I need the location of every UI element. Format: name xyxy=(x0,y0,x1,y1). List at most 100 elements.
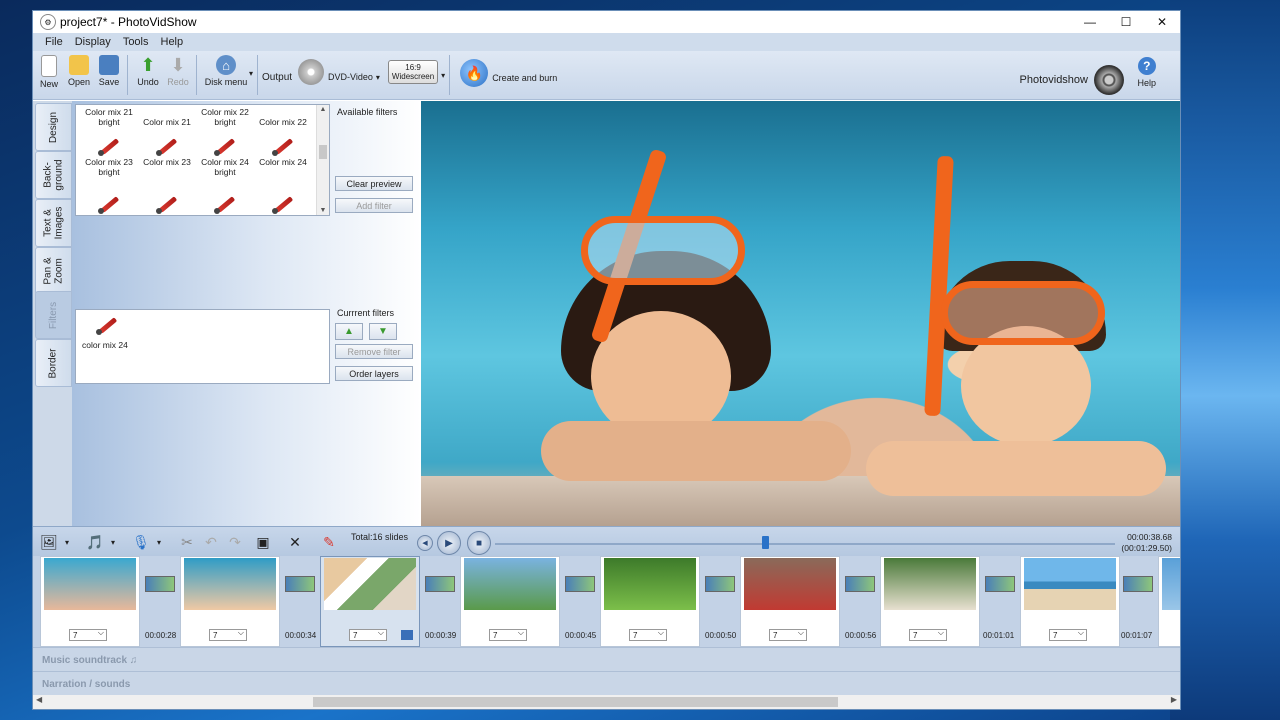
order-layers-button[interactable]: Order layers xyxy=(335,366,413,381)
transition-icon[interactable] xyxy=(1123,576,1153,592)
filter-item[interactable]: Color mix 23 xyxy=(138,127,196,185)
menu-display[interactable]: Display xyxy=(69,36,117,48)
tab-pan-zoom[interactable]: Pan & Zoom xyxy=(35,247,72,295)
dvd-video-dropdown[interactable]: DVD-Video ▾ xyxy=(328,55,380,95)
filter-list-scrollbar[interactable]: ▲ ▼ xyxy=(316,105,329,215)
scrollbar-thumb[interactable] xyxy=(319,145,327,159)
slide-duration-select[interactable]: 7 xyxy=(629,628,667,641)
filter-item[interactable] xyxy=(254,185,312,215)
slide-thumbnail[interactable]: 7 xyxy=(460,556,560,647)
timeline-scrollbar[interactable]: ◀ ▶ xyxy=(33,695,1180,709)
add-filter-button[interactable]: Add filter xyxy=(335,198,413,213)
burn-disc-icon[interactable]: 🔥 xyxy=(460,59,489,87)
close-button[interactable]: ✕ xyxy=(1144,11,1180,33)
undo-button[interactable]: ⬆ Undo xyxy=(134,51,162,88)
filter-item[interactable]: Color mix 22 bright xyxy=(196,105,254,127)
scroll-down-icon[interactable]: ▼ xyxy=(317,207,329,214)
slide-thumbnail-selected[interactable]: 7 xyxy=(320,556,420,647)
filter-item[interactable]: Color mix 21 xyxy=(138,105,196,127)
menu-help[interactable]: Help xyxy=(155,36,190,48)
available-filters-list[interactable]: Color mix 21 bright Color mix 21 Color m… xyxy=(75,104,330,216)
transition-icon[interactable] xyxy=(705,576,735,592)
redo-icon[interactable]: ↷ xyxy=(223,532,247,552)
slide-thumbnail[interactable]: 7 xyxy=(600,556,700,647)
move-filter-down-button[interactable]: ▼ xyxy=(369,323,397,340)
slide-duration-select[interactable]: 7 xyxy=(209,628,247,641)
open-button[interactable]: Open xyxy=(65,51,93,87)
slide-edit-icon[interactable] xyxy=(401,630,413,640)
create-and-burn-button[interactable]: Create and burn xyxy=(492,73,557,83)
move-filter-up-button[interactable]: ▲ xyxy=(335,323,363,340)
tab-text-images[interactable]: Text & Images xyxy=(35,199,72,247)
filter-item[interactable]: Color mix 22 xyxy=(254,105,312,127)
slide-duration-select[interactable]: 7 xyxy=(69,628,107,641)
transition-icon[interactable] xyxy=(565,576,595,592)
rewind-button[interactable]: ◀ xyxy=(417,535,433,551)
scrollbar-thumb[interactable] xyxy=(313,697,838,707)
menu-file[interactable]: File xyxy=(39,36,69,48)
transition-icon[interactable] xyxy=(845,576,875,592)
slide-duration-select[interactable]: 7 xyxy=(489,628,527,641)
aspect-dropdown-icon[interactable]: ▾ xyxy=(441,71,445,80)
delete-x-icon[interactable]: ✕ xyxy=(283,532,307,552)
slide-duration-select[interactable]: 7 xyxy=(769,628,807,641)
color-palette-icon[interactable]: ▣ xyxy=(251,532,275,552)
slide-thumbnail[interactable]: 7 xyxy=(880,556,980,647)
transition-icon[interactable] xyxy=(145,576,175,592)
slide-duration-select[interactable]: 7 xyxy=(1049,628,1087,641)
tab-design[interactable]: Design xyxy=(35,103,72,151)
tab-filters[interactable]: Filters xyxy=(35,291,72,339)
maximize-button[interactable]: ☐ xyxy=(1108,11,1144,33)
timeline-slider-track[interactable] xyxy=(495,543,1115,545)
redo-button[interactable]: ⬇ Redo xyxy=(164,51,192,88)
current-filters-list[interactable]: color mix 24 xyxy=(75,309,330,384)
scroll-up-icon[interactable]: ▲ xyxy=(317,106,329,113)
filter-item[interactable]: Color mix 24 bright xyxy=(196,127,254,185)
current-filter-item[interactable]: color mix 24 xyxy=(82,314,128,350)
play-button[interactable]: ▶ xyxy=(437,531,461,555)
save-button[interactable]: Save xyxy=(95,51,123,87)
add-slides-icon[interactable]: 🖼 xyxy=(37,532,61,552)
filter-item[interactable] xyxy=(80,185,138,215)
undo-icon[interactable]: ↶ xyxy=(199,532,223,552)
slide-thumbnail[interactable]: 7 xyxy=(1020,556,1120,647)
slide-preview-image[interactable] xyxy=(421,101,1180,526)
stop-button[interactable]: ■ xyxy=(467,531,491,555)
scroll-right-icon[interactable]: ▶ xyxy=(1171,695,1177,704)
microphone-icon[interactable]: 🎙 xyxy=(129,532,153,552)
disk-menu-button[interactable]: ⌂ Disk menu xyxy=(203,51,249,87)
help-button[interactable]: ? Help xyxy=(1137,57,1156,88)
chevron-down-icon[interactable]: ▾ xyxy=(61,532,73,552)
paintbrush-icon[interactable]: ✎ xyxy=(317,532,341,552)
add-music-icon[interactable]: 🎵 xyxy=(83,532,107,552)
filter-item[interactable]: Color mix 24 xyxy=(254,127,312,185)
tab-border[interactable]: Border xyxy=(35,339,72,387)
chevron-down-icon[interactable]: ▾ xyxy=(153,532,165,552)
filter-item[interactable]: Color mix 21 bright xyxy=(80,105,138,127)
filter-item[interactable] xyxy=(138,185,196,215)
scroll-left-icon[interactable]: ◀ xyxy=(36,695,42,704)
slide-thumbnail[interactable] xyxy=(1158,556,1180,647)
tab-background[interactable]: Back- ground xyxy=(35,151,72,199)
filter-item[interactable] xyxy=(196,185,254,215)
remove-filter-button[interactable]: Remove filter xyxy=(335,344,413,359)
music-soundtrack-track[interactable]: Music soundtrack ♫ xyxy=(33,647,1180,672)
transition-icon[interactable] xyxy=(425,576,455,592)
clear-preview-button[interactable]: Clear preview xyxy=(335,176,413,191)
slide-duration-select[interactable]: 7 xyxy=(909,628,947,641)
transition-icon[interactable] xyxy=(985,576,1015,592)
slide-duration-select[interactable]: 7 xyxy=(349,628,387,641)
slide-thumbnail[interactable]: 7 xyxy=(180,556,280,647)
minimize-button[interactable]: — xyxy=(1072,11,1108,33)
aspect-ratio-button[interactable]: 16:9 Widescreen xyxy=(387,60,439,84)
disk-menu-dropdown-icon[interactable]: ▾ xyxy=(249,69,253,78)
menu-tools[interactable]: Tools xyxy=(117,36,155,48)
slide-thumbnail[interactable]: 7 xyxy=(740,556,840,647)
chevron-down-icon[interactable]: ▾ xyxy=(107,532,119,552)
dvd-disc-icon[interactable] xyxy=(298,59,325,85)
filter-item[interactable]: Color mix 23 bright xyxy=(80,127,138,185)
timeline-playhead[interactable] xyxy=(762,536,769,549)
scissors-icon[interactable]: ✂ xyxy=(175,532,199,552)
narration-track[interactable]: Narration / sounds xyxy=(33,671,1180,696)
transition-icon[interactable] xyxy=(285,576,315,592)
